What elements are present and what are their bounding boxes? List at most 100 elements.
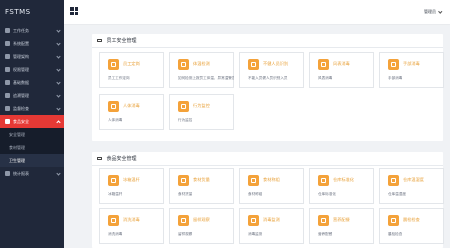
module-card[interactable]: 晨检检查 晨检检查 xyxy=(379,208,444,244)
module-card[interactable]: 不健人员识别不能入员健人员识别入员 xyxy=(239,52,304,88)
card-title: 仓库温湿度 xyxy=(403,177,424,182)
card-description: 不能入员健人员识别入员 xyxy=(248,76,288,80)
card-description: 冰箱温杆 xyxy=(108,192,123,196)
card-title: 人体消毒 xyxy=(123,103,140,108)
section-icon xyxy=(97,38,102,43)
section-header: 食品安全管理 xyxy=(92,152,443,166)
module-card[interactable]: 仓库标准化 仓库标准化 xyxy=(309,168,374,204)
card-description: 食材货量 xyxy=(178,192,193,196)
submenu-item-safety-management[interactable]: 安全管理 xyxy=(0,128,64,141)
chevron-down-icon[interactable] xyxy=(437,9,442,14)
module-icon xyxy=(108,59,119,70)
sidebar-item-label: 食品安全 xyxy=(13,118,29,124)
module-card[interactable]: 食材称组 食材称组 xyxy=(239,168,304,204)
module-card[interactable]: 体温检测如何检测上报员工体温，异常温警告记录等 xyxy=(169,52,234,88)
card-description: 人体消毒 xyxy=(108,118,123,122)
module-card[interactable]: 员工定岗员工工作定岗 xyxy=(99,52,164,88)
module-icon xyxy=(108,101,119,112)
module-icon xyxy=(178,59,189,70)
module-card[interactable]: 消毒监测 消毒监测 xyxy=(239,208,304,244)
card-description: 员工工作定岗 xyxy=(108,76,130,80)
chevron-down-icon xyxy=(56,28,61,33)
card-description: 消洗消毒 xyxy=(108,232,123,236)
sidebar-item-label: 基础数据 xyxy=(13,79,29,85)
section-title: 员工安全管理 xyxy=(106,38,137,44)
sidebar-item-report[interactable]: 统计报表 xyxy=(0,167,64,180)
card-title: 食材货量 xyxy=(193,177,210,182)
card-description: 风表消毒 xyxy=(318,76,333,80)
module-card[interactable]: 风表消毒 风表消毒 xyxy=(309,52,374,88)
trace-icon xyxy=(5,93,10,98)
card-title: 员工定岗 xyxy=(123,61,140,66)
card-title: 消毒监测 xyxy=(263,217,280,222)
card-description: 食材称组 xyxy=(248,192,263,196)
module-icon xyxy=(178,101,189,112)
module-card[interactable]: 留样观察 留样观察 xyxy=(169,208,234,244)
module-icon xyxy=(248,215,259,226)
sidebar-item-label: 系统配置 xyxy=(13,40,29,46)
chevron-down-icon xyxy=(56,54,61,59)
sidebar-item-inspection[interactable]: 监督检查 xyxy=(0,102,64,115)
submenu-item-hygiene-management[interactable]: 卫生管理 xyxy=(0,154,64,167)
permission-icon xyxy=(5,67,10,72)
module-icon xyxy=(388,175,399,186)
card-title: 风表消毒 xyxy=(333,61,350,66)
sidebar-item-system-config[interactable]: 系统配置 xyxy=(0,37,64,50)
card-title: 行为监控 xyxy=(193,103,210,108)
section-header: 员工安全管理 xyxy=(92,34,443,48)
module-card[interactable]: 消洗消毒 消洗消毒 xyxy=(99,208,164,244)
module-icon xyxy=(108,175,119,186)
food-safety-icon xyxy=(5,119,10,124)
card-description: 行为监控 xyxy=(178,118,193,122)
sidebar-item-structure[interactable]: 管理架构 xyxy=(0,50,64,63)
card-description: 晨检检查 xyxy=(388,232,403,236)
card-title: 体温检测 xyxy=(193,61,210,66)
card-description: 仓库标准化 xyxy=(318,192,336,196)
card-description: 仓库温湿度 xyxy=(388,192,406,196)
inspection-icon xyxy=(5,106,10,111)
module-card[interactable]: 手部消毒 手部消毒 xyxy=(379,52,444,88)
chevron-up-icon xyxy=(56,120,61,125)
module-card[interactable]: 行为监控 行为监控 xyxy=(169,94,234,130)
chevron-down-icon xyxy=(56,106,61,111)
sidebar-item-basic-data[interactable]: 基础数据 xyxy=(0,76,64,89)
user-menu[interactable]: 管理员 xyxy=(424,9,436,15)
sidebar-item-trace[interactable]: 追溯管理 xyxy=(0,89,64,102)
brand-logo[interactable]: FSTMS xyxy=(0,0,64,24)
chevron-down-icon xyxy=(56,93,61,98)
card-title: 晨检检查 xyxy=(403,217,420,222)
section-title: 食品安全管理 xyxy=(106,156,137,162)
sidebar-item-label: 追溯管理 xyxy=(13,92,29,98)
module-card[interactable]: 仓库温湿度 仓库温湿度 xyxy=(379,168,444,204)
submenu-item-ingredient-management[interactable]: 食材管理 xyxy=(0,141,64,154)
card-title: 手部消毒 xyxy=(403,61,420,66)
sidebar-item-task[interactable]: 工作任务 xyxy=(0,24,64,37)
card-title: 冰箱温杆 xyxy=(123,177,140,182)
structure-icon xyxy=(5,54,10,59)
module-card[interactable]: 冰箱温杆 冰箱温杆 xyxy=(99,168,164,204)
top-bar: 管理员 xyxy=(64,0,450,24)
chevron-down-icon xyxy=(56,67,61,72)
sidebar-item-label: 权限管理 xyxy=(13,66,29,72)
sidebar-submenu: 安全管理 食材管理 卫生管理 xyxy=(0,128,64,167)
module-icon xyxy=(318,59,329,70)
sidebar-item-label: 工作任务 xyxy=(13,27,29,33)
section-icon xyxy=(97,156,102,161)
sidebar-item-food-safety[interactable]: 食品安全 xyxy=(0,115,64,128)
module-icon xyxy=(388,59,399,70)
module-card[interactable]: 营养配餐 营养配餐 xyxy=(309,208,374,244)
sidebar-item-label: 监督检查 xyxy=(13,105,29,111)
menu-grid-icon[interactable] xyxy=(70,7,78,15)
module-icon xyxy=(318,175,329,186)
section-food-safety: 食品安全管理 冰箱温杆 冰箱温杆 食材货量 食材货量 食材称组 食材称组 仓库标准化仓… xyxy=(92,152,444,248)
module-card[interactable]: 食材货量 食材货量 xyxy=(169,168,234,204)
module-icon xyxy=(178,175,189,186)
card-description: 营养配餐 xyxy=(318,232,333,236)
card-title: 营养配餐 xyxy=(333,217,350,222)
card-title: 食材称组 xyxy=(263,177,280,182)
card-description: 消毒监测 xyxy=(248,232,263,236)
card-title: 不健人员识别 xyxy=(263,61,289,66)
sidebar-item-permission[interactable]: 权限管理 xyxy=(0,63,64,76)
module-card[interactable]: 人体消毒 人体消毒 xyxy=(99,94,164,130)
module-icon xyxy=(248,175,259,186)
